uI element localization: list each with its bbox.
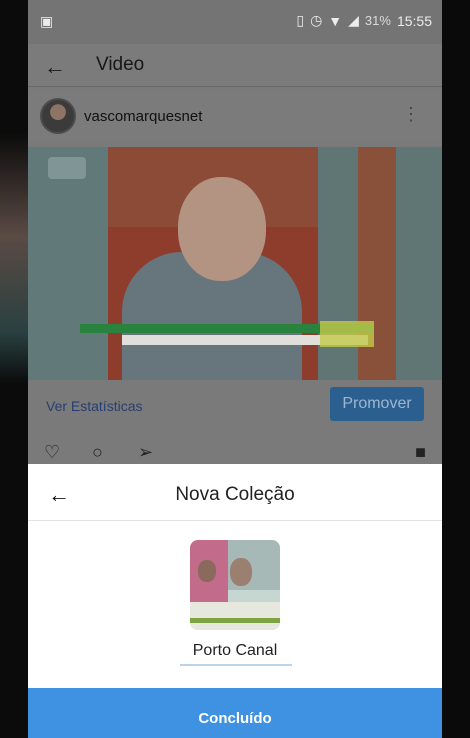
cover-segment	[190, 602, 280, 630]
divider	[28, 520, 442, 521]
status-icons: ▯ ◷ ▼ ◢ 31% 15:55	[296, 12, 432, 29]
channel-logo	[48, 157, 86, 179]
sheet-title: Nova Coleção	[175, 484, 295, 505]
app-header: ← Video	[28, 44, 442, 86]
divider	[28, 86, 442, 87]
person-head	[178, 177, 266, 281]
sim-icon: ▯	[296, 12, 305, 28]
cover-person	[230, 558, 252, 586]
done-button[interactable]: Concluído	[28, 688, 442, 738]
alarm-icon: ◷	[310, 12, 323, 28]
promote-button[interactable]: Promover	[330, 387, 424, 421]
username[interactable]: vascomarquesnet	[84, 108, 202, 125]
avatar[interactable]	[40, 98, 76, 134]
time: 15:55	[396, 12, 432, 29]
post-icon-row: ♡ ○ ➢ ■	[28, 440, 442, 464]
background-right	[442, 0, 470, 738]
send-icon[interactable]: ➢	[138, 442, 153, 463]
stats-link[interactable]: Ver Estatísticas	[46, 398, 142, 414]
more-vertical-icon[interactable]: ⋮	[402, 104, 420, 125]
post-header: vascomarquesnet ⋮	[28, 90, 442, 142]
battery-percent: 31%	[364, 13, 391, 28]
video-bg-left	[28, 147, 108, 380]
video-frame[interactable]	[28, 147, 442, 380]
heart-icon[interactable]: ♡	[44, 442, 60, 463]
status-bar: ▣ ▯ ◷ ▼ ◢ 31% 15:55	[28, 0, 442, 44]
actions-row: Ver Estatísticas Promover	[28, 380, 442, 432]
lower-third-badge	[320, 321, 374, 347]
arrow-left-icon[interactable]: ←	[44, 54, 66, 80]
collection-cover[interactable]	[190, 540, 280, 630]
collection-name-field[interactable]: Porto Canal	[28, 642, 442, 660]
phone-screen: ▣ ▯ ◷ ▼ ◢ 31% 15:55 ← Video vascomarques…	[28, 0, 442, 738]
cover-person	[198, 560, 216, 582]
background-left	[0, 0, 28, 738]
page-title: Video	[96, 54, 145, 75]
signal-icon: ◢	[348, 12, 359, 28]
image-icon: ▣	[40, 13, 54, 29]
cover-stripe	[190, 618, 280, 623]
wifi-icon: ▼	[328, 12, 343, 29]
name-field-underline	[180, 664, 292, 666]
comment-icon[interactable]: ○	[92, 442, 103, 463]
bookmark-icon[interactable]: ■	[415, 442, 426, 463]
done-button-label: Concluído	[198, 710, 272, 727]
